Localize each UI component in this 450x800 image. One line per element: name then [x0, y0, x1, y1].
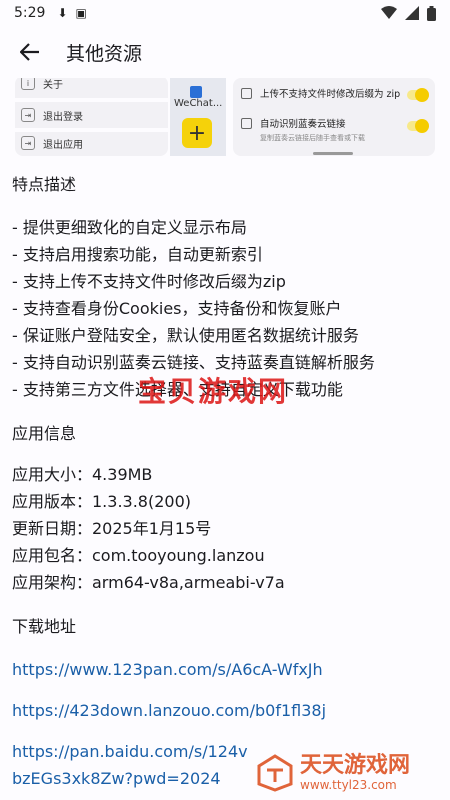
preview-menu-item: i 关于: [21, 78, 63, 94]
exit-icon: ⇥: [21, 136, 35, 150]
wifi-icon: [381, 6, 397, 19]
preview-menu-item: ⇥ 退出登录: [21, 104, 83, 126]
preview-setting-subtitle: 复制蓝奏云链接后随手查看或下载: [260, 134, 365, 142]
features-title: 特点描述: [12, 175, 77, 194]
divider: [15, 98, 168, 102]
update-date: 更新日期：2025年1月15号: [12, 519, 212, 538]
preview-toggle: [407, 88, 429, 102]
preview-menu-item: ⇥ 退出应用: [21, 132, 83, 154]
back-button[interactable]: [2, 26, 58, 78]
feature-item: - 保证账户登陆安全，默认使用匿名数据统计服务: [12, 326, 359, 345]
status-time: 5:29: [14, 5, 46, 21]
article-content: 特点描述 - 提供更细致化的自定义显示布局 - 支持启用搜索功能，自动更新索引 …: [12, 170, 442, 792]
info-icon: i: [21, 78, 35, 90]
status-bar: 5:29 ⬇ ▣: [0, 0, 450, 26]
app-version: 应用版本：1.3.3.8(200): [12, 492, 192, 511]
app-info-title: 应用信息: [12, 424, 77, 443]
page-title: 其他资源: [66, 42, 143, 65]
corner-watermark: 天天游戏网 www.ttyl23.com: [256, 746, 450, 800]
download-link-lanzou[interactable]: https://423down.lanzouo.com/b0f1fl38j: [12, 697, 442, 724]
app-size: 应用大小：4.39MB: [12, 465, 153, 484]
site-logo-icon: [257, 754, 293, 792]
preview-setting-item: 自动识别蓝奏云链接: [241, 116, 346, 130]
app-bar: 其他资源: [0, 26, 450, 78]
watermark-title: 天天游戏网: [300, 753, 411, 778]
preview-settings-card: 上传不支持文件时修改后缀为 zip 自动识别蓝奏云链接 复制蓝奏云链接后随手查看…: [233, 78, 435, 156]
feature-item: - 支持查看身份Cookies，支持备份和恢复账户: [12, 299, 342, 318]
preview-menu-card: i 关于 ⇥ 退出登录 ⇥ 退出应用: [15, 78, 168, 156]
feature-item: - 支持上传不支持文件时修改后缀为zip: [12, 272, 286, 291]
add-icon: +: [182, 118, 212, 148]
watermark-text: 宝贝游戏网: [138, 375, 289, 408]
package-name: 应用包名：com.tooyoung.lanzou: [12, 546, 265, 565]
preview-scroll-indicator: [313, 152, 353, 155]
notification-icon: ▣: [75, 6, 87, 20]
link-icon: [241, 117, 252, 129]
watermark-url: www.ttyl23.com: [300, 778, 397, 792]
download-link-123pan[interactable]: https://www.123pan.com/s/A6cA-WfxJh: [12, 656, 442, 683]
logout-icon: ⇥: [21, 108, 35, 122]
signal-icon: [405, 6, 419, 20]
app-info-list: 应用大小：4.39MB 应用版本：1.3.3.8(200) 更新日期：2025年…: [12, 461, 442, 596]
download-link-baidu[interactable]: https://pan.baidu.com/s/124vbzEGs3xk8Zw?…: [12, 738, 252, 792]
app-architecture: 应用架构：arm64-v8a,armeabi-v7a: [12, 573, 285, 592]
upload-icon: [241, 87, 252, 99]
preview-setting-item: 上传不支持文件时修改后缀为 zip: [241, 86, 400, 100]
screenshot-preview: i 关于 ⇥ 退出登录 ⇥ 退出应用 WeChat... + 上传不支持文件时修…: [0, 78, 450, 156]
battery-icon: [427, 5, 436, 21]
download-icon: ⬇: [57, 6, 68, 20]
preview-toggle: [407, 119, 429, 133]
windows-icon: [190, 86, 202, 98]
feature-item: - 提供更细致化的自定义显示布局: [12, 218, 247, 237]
download-title: 下载地址: [12, 617, 77, 636]
preview-file-card: WeChat... +: [170, 78, 226, 156]
feature-item: - 支持启用搜索功能，自动更新索引: [12, 245, 263, 264]
arrow-back-icon: [20, 43, 39, 61]
